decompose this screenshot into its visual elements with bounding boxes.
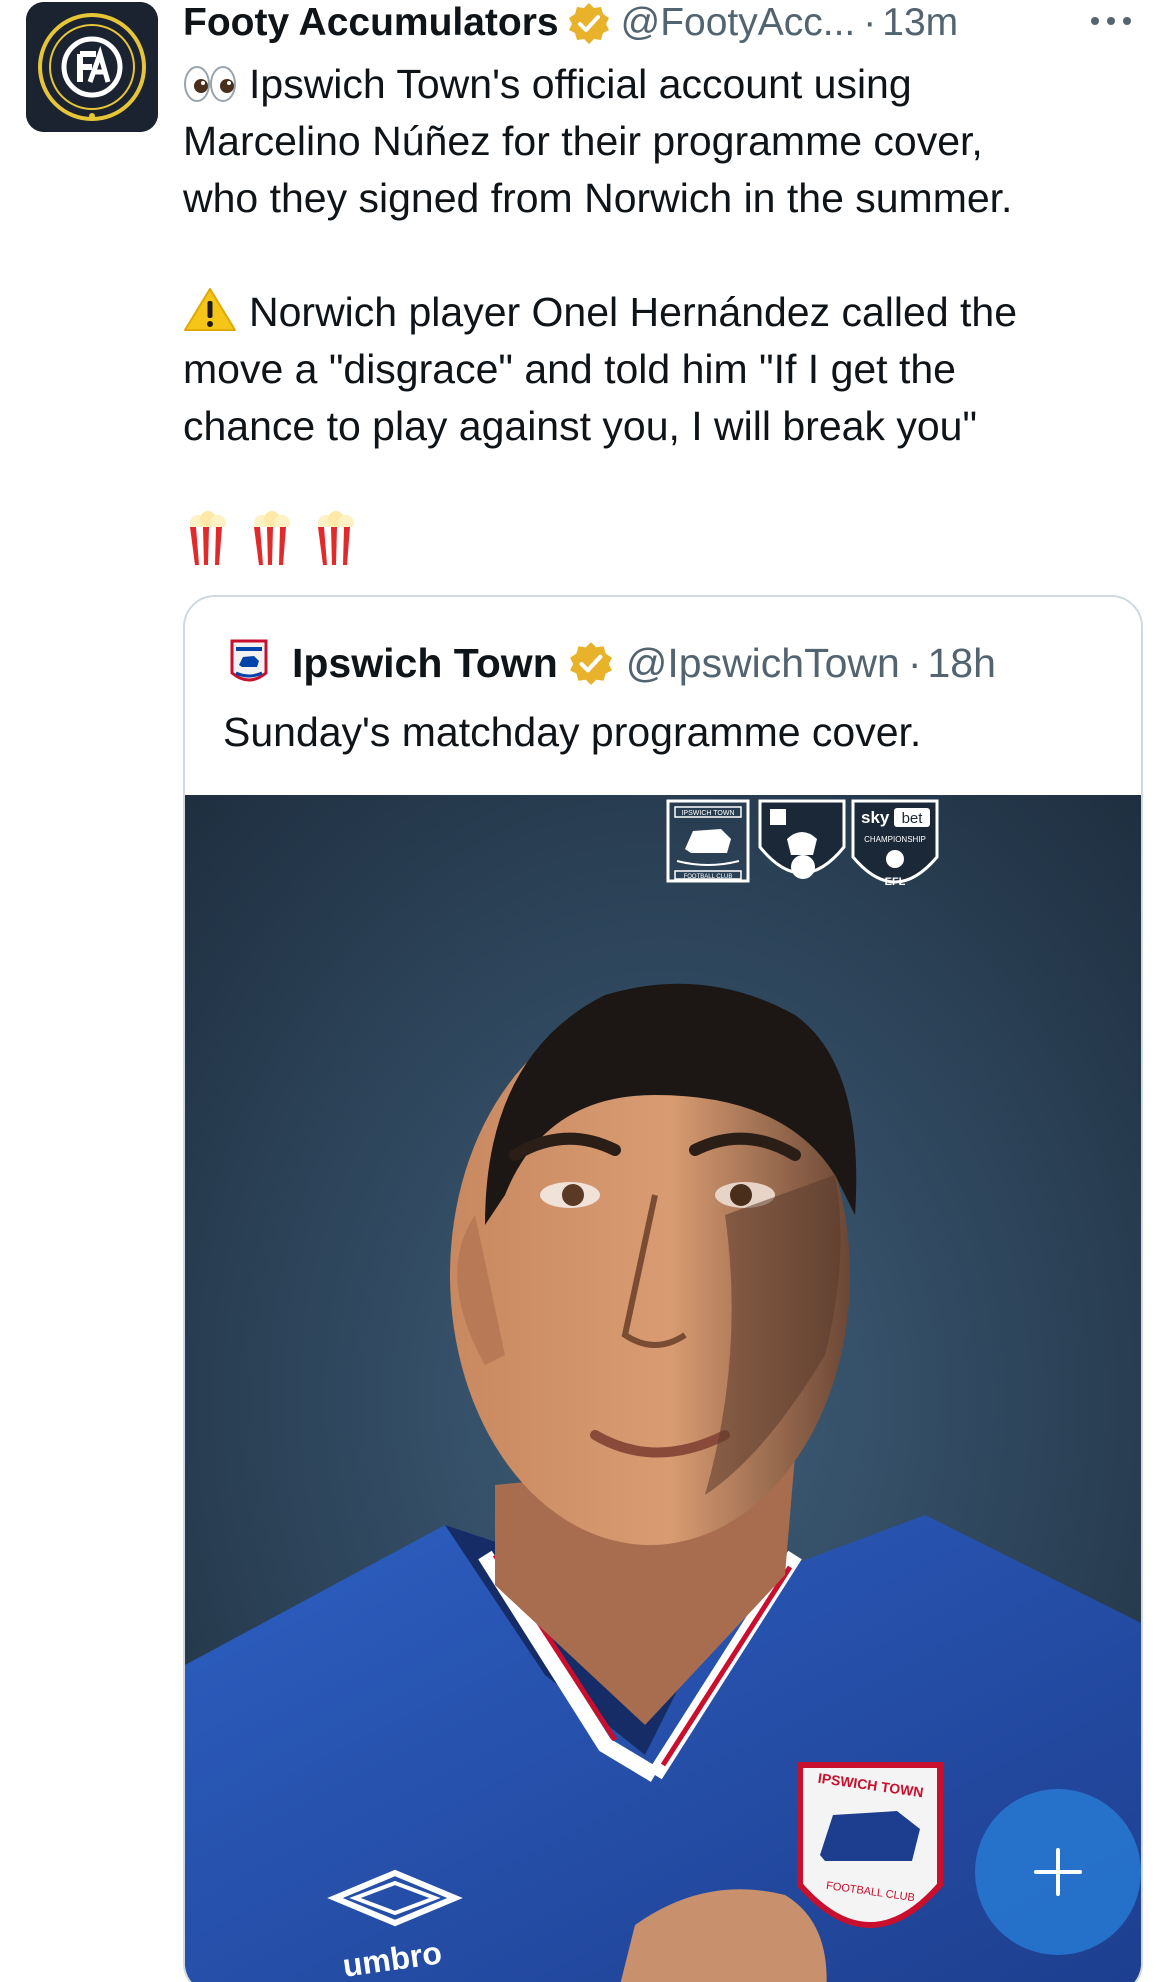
tweet-text-line: who they signed from Norwich in the summ…	[183, 175, 1013, 221]
eyes-emoji-icon	[183, 62, 237, 119]
plus-icon	[1034, 1848, 1082, 1896]
time-separator: ·	[863, 1, 877, 44]
tweet-text-line: Norwich player Onel Hernández called the	[249, 289, 1018, 335]
verified-badge-icon	[567, 1, 611, 45]
ipswich-town-avatar-icon[interactable]	[230, 639, 268, 687]
popcorn-emoji-icon	[254, 511, 290, 565]
bet-text: bet	[902, 810, 924, 827]
efl-text: EFL	[885, 876, 906, 888]
tweet-time[interactable]: 13m	[882, 1, 958, 45]
warning-emoji-icon	[183, 286, 237, 347]
tweet-header: Footy Accumulators @FootyAcc... · 13m	[183, 0, 1143, 46]
tweet-text-line: move a "disgrace" and told him "If I get…	[183, 346, 956, 392]
crest-top-text: IPSWICH TOWN	[681, 810, 734, 817]
quoted-author-name[interactable]: Ipswich Town	[292, 640, 558, 687]
quoted-tweet-time[interactable]: 18h	[927, 640, 995, 687]
compose-tweet-button[interactable]	[975, 1789, 1141, 1955]
author-name[interactable]: Footy Accumulators	[183, 1, 559, 45]
quoted-tweet-header: Ipswich Town @IpswichTown · 18h	[230, 635, 996, 691]
quoted-author-handle[interactable]: @IpswichTown	[626, 640, 900, 687]
footy-accumulators-logo-icon	[26, 2, 158, 132]
popcorn-emoji-icon	[190, 511, 226, 565]
shirt-crest-logo: IPSWICH TOWN FOOTBALL CLUB	[797, 1762, 943, 1928]
tweet-text: Ipswich Town's official account using Ma…	[183, 56, 1133, 455]
quoted-tweet-text: Sunday's matchday programme cover.	[223, 709, 922, 755]
championship-text: CHAMPIONSHIP	[864, 835, 926, 844]
more-options-icon[interactable]	[1087, 6, 1135, 36]
programme-cover-image[interactable]: IPSWICH TOWN FOOTBALL CLUB sky bet CHAMP…	[185, 795, 1141, 1982]
time-separator: ·	[907, 639, 922, 686]
verified-badge-icon	[568, 640, 614, 686]
author-avatar[interactable]	[26, 2, 158, 132]
tweet-text-line: Marcelino Núñez for their programme cove…	[183, 118, 983, 164]
author-handle[interactable]: @FootyAcc...	[621, 1, 856, 45]
crest-bottom-text: FOOTBALL CLUB	[684, 874, 733, 880]
popcorn-emoji-row	[186, 511, 358, 567]
quoted-tweet-card[interactable]: Ipswich Town @IpswichTown · 18h Sunday's…	[183, 595, 1143, 1982]
tweet-text-line: Ipswich Town's official account using	[249, 61, 912, 107]
player-portrait-illustration: IPSWICH TOWN FOOTBALL CLUB sky bet CHAMP…	[185, 795, 1141, 1982]
tweet-text-line: chance to play against you, I will break…	[183, 403, 977, 449]
sky-text: sky	[861, 808, 890, 827]
popcorn-emoji-icon	[318, 511, 354, 565]
